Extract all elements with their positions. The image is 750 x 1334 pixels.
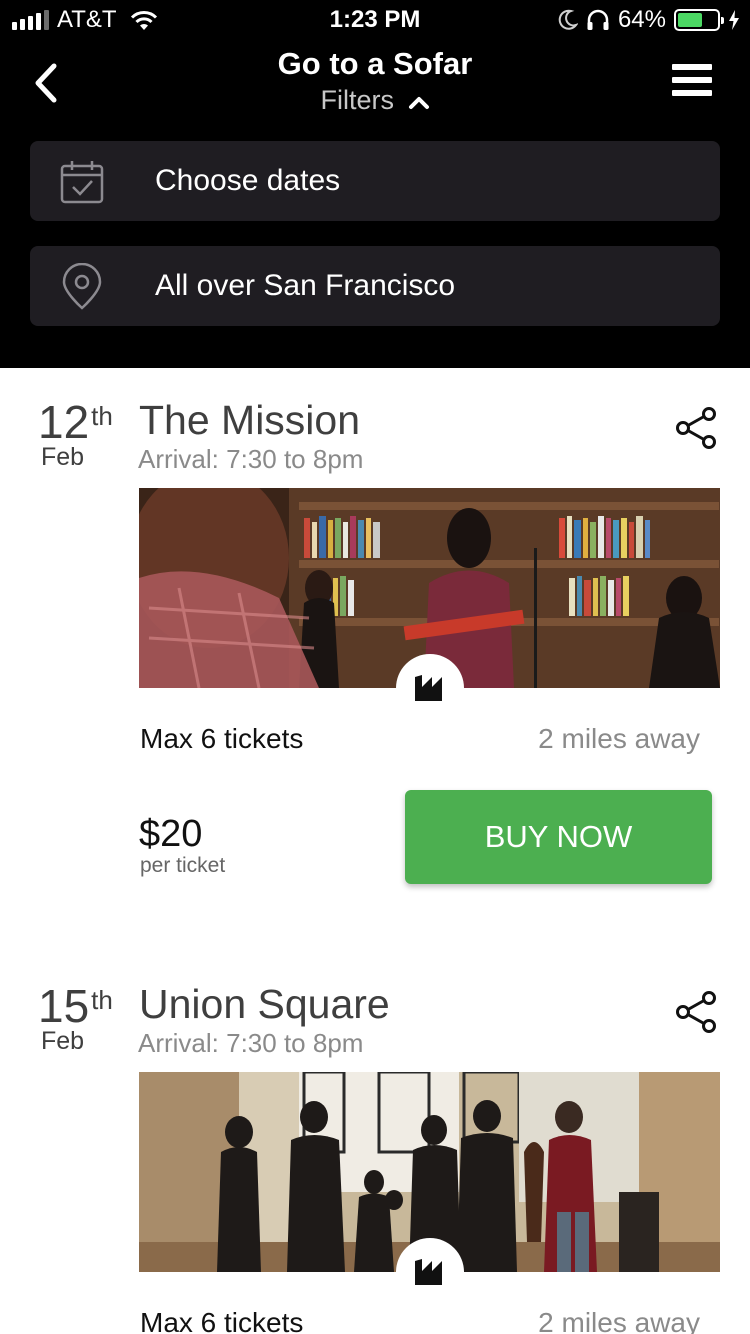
choose-dates-filter[interactable]: Choose dates (30, 141, 720, 221)
nav-bar: Go to a Sofar Filters (0, 40, 750, 132)
sofar-logo-icon (396, 654, 464, 722)
moon-icon (558, 9, 578, 30)
ticket-price: $20 (139, 813, 203, 855)
headphones-icon (587, 9, 609, 30)
event-arrival: Arrival: 7:30 to 8pm (138, 1028, 364, 1058)
status-bar: AT&T 1:23 PM 64% (0, 0, 750, 40)
price-unit: per ticket (140, 854, 226, 877)
map-pin-icon (62, 263, 102, 310)
location-label: All over San Francisco (155, 269, 456, 302)
calendar-check-icon (60, 161, 104, 204)
buy-now-button[interactable]: BUY NOW (405, 790, 712, 884)
filters-toggle[interactable]: Filters (0, 84, 750, 116)
filters-label: Filters (320, 85, 394, 115)
chevron-up-icon (408, 96, 429, 109)
event-arrival: Arrival: 7:30 to 8pm (138, 444, 364, 474)
share-icon[interactable] (674, 990, 718, 1034)
event-date-day: 12th (38, 396, 113, 448)
charging-icon (729, 10, 739, 30)
event-date-month: Feb (41, 443, 85, 471)
sofar-logo-icon (396, 1238, 464, 1306)
battery-icon (674, 9, 724, 31)
share-icon[interactable] (674, 406, 718, 450)
choose-dates-label: Choose dates (155, 164, 341, 197)
header: AT&T 1:23 PM 64% Go to a Sofar Filters C… (0, 0, 750, 368)
event-distance: 2 miles away (538, 1307, 700, 1334)
status-right: 64% (558, 6, 740, 34)
event-card[interactable]: 12th Feb The Mission Arrival: 7:30 to 8p… (0, 368, 750, 928)
menu-icon[interactable] (672, 64, 712, 98)
event-distance: 2 miles away (538, 723, 700, 754)
event-card[interactable]: 15th Feb Union Square Arrival: 7:30 to 8… (0, 952, 750, 1334)
event-title[interactable]: The Mission (139, 396, 360, 444)
page-title: Go to a Sofar (277, 46, 473, 81)
event-title[interactable]: Union Square (139, 980, 390, 1028)
max-tickets: Max 6 tickets (140, 1307, 304, 1334)
location-filter[interactable]: All over San Francisco (30, 246, 720, 326)
max-tickets: Max 6 tickets (140, 723, 304, 754)
battery-percent: 64% (617, 6, 666, 33)
event-date-day: 15th (38, 980, 113, 1032)
battery-level (678, 13, 703, 27)
event-date-month: Feb (41, 1027, 85, 1055)
